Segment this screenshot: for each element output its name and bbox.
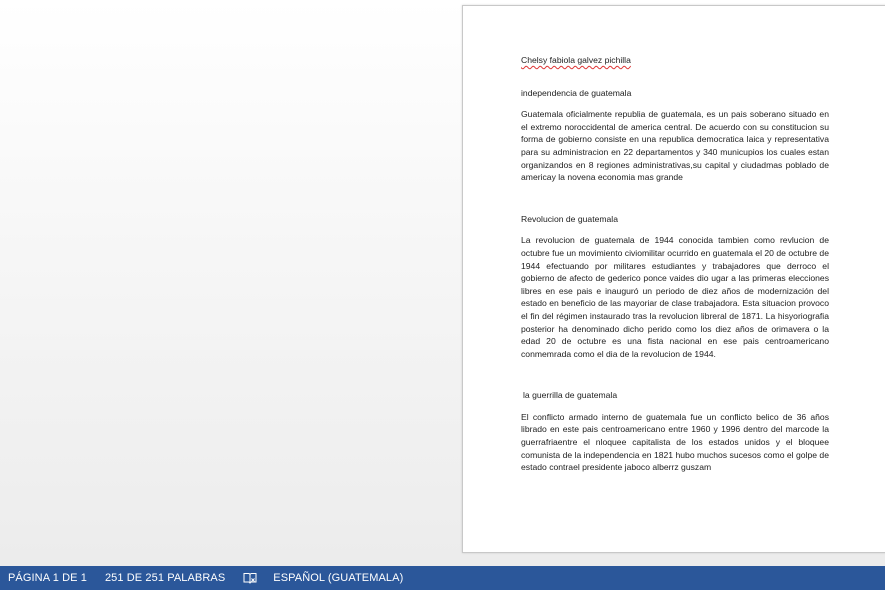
document-workspace: Chelsy fabiola galvez pichilla independe… [0,0,885,566]
document-body[interactable]: Chelsy fabiola galvez pichilla independe… [521,54,829,474]
document-page[interactable]: Chelsy fabiola galvez pichilla independe… [462,5,885,553]
word-count-status[interactable]: 251 DE 251 PALABRAS [96,572,234,584]
section-body-guerrilla: El conflicto armado interno de guatemala… [521,411,829,473]
status-bar: PÁGINA 1 DE 1 251 DE 251 PALABRAS ESPAÑO… [0,566,885,590]
language-status[interactable]: ESPAÑOL (GUATEMALA) [264,572,412,584]
book-check-icon[interactable] [234,572,264,585]
page-count-status[interactable]: PÁGINA 1 DE 1 [0,572,96,584]
section-body-revolucion: La revolucion de guatemala de 1944 conoc… [521,235,829,359]
section-body-independencia: Guatemala oficialmente republia de guate… [521,109,829,183]
section-heading-guerrilla: la guerrilla de guatemala [523,390,618,401]
section-heading-revolucion: Revolucion de guatemala [521,213,618,224]
author-name: Chelsy fabiola galvez pichilla [521,55,631,65]
section-heading-independencia: independencia de guatemala [521,87,632,98]
